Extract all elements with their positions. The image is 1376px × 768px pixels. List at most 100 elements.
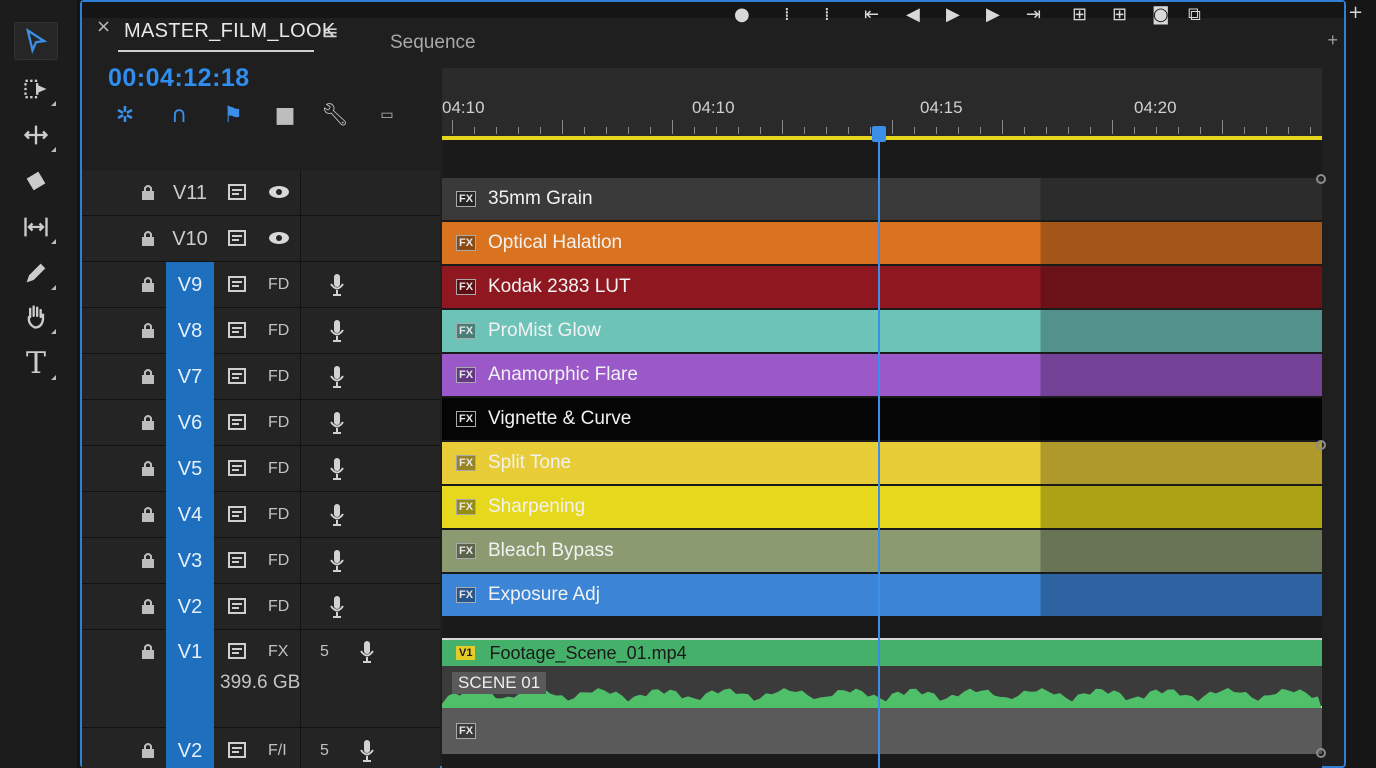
- track-fx-label[interactable]: FD: [268, 598, 289, 616]
- play-icon[interactable]: ▶: [946, 4, 960, 25]
- track-name[interactable]: V1: [166, 630, 214, 728]
- track-fx-label[interactable]: FD: [268, 368, 289, 386]
- effect-clip[interactable]: FX Split Tone: [442, 442, 1322, 484]
- track-fx-label[interactable]: FD: [268, 322, 289, 340]
- eye-icon[interactable]: [268, 185, 290, 204]
- linked-selection-icon[interactable]: ⚑: [220, 102, 246, 128]
- track-fx-label[interactable]: FD: [268, 506, 289, 524]
- toggle-output-icon[interactable]: [228, 321, 246, 344]
- add-button-icon[interactable]: +: [1348, 2, 1363, 23]
- add-marker-icon[interactable]: ■: [272, 102, 298, 128]
- track-name[interactable]: V8: [166, 308, 214, 354]
- track-header-v8[interactable]: V8 FD: [82, 308, 440, 354]
- scroll-knob-top[interactable]: [1316, 174, 1326, 184]
- track-name[interactable]: V6: [166, 400, 214, 446]
- track-header-v11[interactable]: V11: [82, 170, 440, 216]
- microphone-icon[interactable]: [330, 503, 344, 532]
- microphone-icon[interactable]: [330, 595, 344, 624]
- toggle-output-icon[interactable]: [228, 505, 246, 528]
- track-name[interactable]: V3: [166, 538, 214, 584]
- track-name[interactable]: V7: [166, 354, 214, 400]
- track-fx-label[interactable]: F/I: [268, 742, 287, 760]
- track-header-v2[interactable]: V2 F/I 5: [82, 728, 440, 768]
- microphone-icon[interactable]: [360, 739, 374, 768]
- effect-clip[interactable]: FX 35mm Grain: [442, 178, 1322, 220]
- slip-tool[interactable]: [14, 208, 58, 246]
- bottom-clip[interactable]: FX: [442, 708, 1322, 754]
- camera-icon[interactable]: ◙: [1152, 4, 1169, 25]
- type-tool[interactable]: T: [14, 344, 58, 382]
- scene-marker-label[interactable]: SCENE 01: [452, 672, 547, 694]
- effect-clip[interactable]: FX Anamorphic Flare: [442, 354, 1322, 396]
- playhead-line[interactable]: [878, 126, 880, 768]
- toggle-output-icon[interactable]: [228, 183, 246, 206]
- razor-tool[interactable]: [14, 162, 58, 200]
- track-header-v4[interactable]: V4 FD: [82, 492, 440, 538]
- toggle-output-icon[interactable]: [228, 413, 246, 436]
- effect-clip[interactable]: FX Kodak 2383 LUT: [442, 266, 1322, 308]
- track-fx-label[interactable]: FD: [268, 460, 289, 478]
- go-to-in-icon[interactable]: ⇤: [864, 4, 879, 25]
- track-header-v3[interactable]: V3 FD: [82, 538, 440, 584]
- lock-icon[interactable]: [140, 741, 156, 764]
- effect-clip[interactable]: FX Bleach Bypass: [442, 530, 1322, 572]
- track-header-v5[interactable]: V5 FD: [82, 446, 440, 492]
- track-header-v6[interactable]: V6 FD: [82, 400, 440, 446]
- lift-icon[interactable]: ⊞: [1072, 4, 1087, 25]
- pen-tool[interactable]: [14, 254, 58, 292]
- compare-icon[interactable]: ⧉: [1188, 4, 1201, 25]
- add-tab-button[interactable]: +: [1327, 30, 1338, 51]
- effect-clip[interactable]: FX Exposure Adj: [442, 574, 1322, 616]
- track-header-v9[interactable]: V9 FD: [82, 262, 440, 308]
- microphone-icon[interactable]: [330, 273, 344, 302]
- track-name[interactable]: V10: [166, 216, 214, 262]
- toggle-output-icon[interactable]: [228, 551, 246, 574]
- track-fx-label[interactable]: FD: [268, 276, 289, 294]
- footage-clip[interactable]: V1 Footage_Scene_01.mp4 SCENE 01: [442, 638, 1322, 710]
- lock-icon[interactable]: [140, 597, 156, 620]
- toggle-output-icon[interactable]: [228, 642, 246, 665]
- playhead-timecode[interactable]: 00:04:12:18: [108, 64, 250, 93]
- hand-tool[interactable]: [14, 298, 58, 336]
- lock-icon[interactable]: [140, 367, 156, 390]
- step-back-icon[interactable]: ◀: [906, 4, 920, 25]
- effect-clip[interactable]: FX Sharpening: [442, 486, 1322, 528]
- extract-icon[interactable]: ⊞: [1112, 4, 1127, 25]
- toggle-output-icon[interactable]: [228, 741, 246, 764]
- scroll-knob-bottom[interactable]: [1316, 748, 1326, 758]
- track-fx-label[interactable]: FD: [268, 414, 289, 432]
- sequence-tab-title[interactable]: MASTER_FILM_LOOK: [124, 20, 336, 43]
- track-select-tool[interactable]: [14, 70, 58, 108]
- snap-icon[interactable]: ∩: [166, 102, 192, 128]
- lock-icon[interactable]: [140, 275, 156, 298]
- nest-icon[interactable]: ✲: [112, 102, 138, 128]
- track-name[interactable]: V2: [166, 584, 214, 630]
- track-name[interactable]: V9: [166, 262, 214, 308]
- track-header-v10[interactable]: V10: [82, 216, 440, 262]
- effect-clip[interactable]: FX ProMist Glow: [442, 310, 1322, 352]
- scroll-knob-middle[interactable]: [1316, 440, 1326, 450]
- track-fx-label[interactable]: FD: [268, 552, 289, 570]
- toggle-output-icon[interactable]: [228, 367, 246, 390]
- lock-icon[interactable]: [140, 459, 156, 482]
- tab-close-button[interactable]: ×: [96, 16, 111, 37]
- lock-icon[interactable]: [140, 551, 156, 574]
- selection-tool[interactable]: [14, 22, 58, 60]
- playhead-handle[interactable]: [872, 126, 886, 142]
- effect-clip[interactable]: FX Optical Halation: [442, 222, 1322, 264]
- lock-icon[interactable]: [140, 642, 156, 665]
- toggle-output-icon[interactable]: [228, 275, 246, 298]
- marker-icon[interactable]: ●: [734, 4, 750, 25]
- track-header-v7[interactable]: V7 FD: [82, 354, 440, 400]
- toggle-output-icon[interactable]: [228, 459, 246, 482]
- go-to-out-icon[interactable]: ⇥: [1026, 4, 1041, 25]
- tab-menu-icon[interactable]: ≡: [322, 20, 339, 44]
- mark-out-icon[interactable]: ⁞: [824, 4, 830, 25]
- captions-icon[interactable]: ▭: [374, 102, 400, 128]
- microphone-icon[interactable]: [360, 640, 374, 669]
- lock-icon[interactable]: [140, 321, 156, 344]
- microphone-icon[interactable]: [330, 411, 344, 440]
- step-forward-icon[interactable]: ▶: [986, 4, 1000, 25]
- track-header-v1[interactable]: V1 FX 5 399.6 GB: [82, 630, 440, 728]
- track-header-v2[interactable]: V2 FD: [82, 584, 440, 630]
